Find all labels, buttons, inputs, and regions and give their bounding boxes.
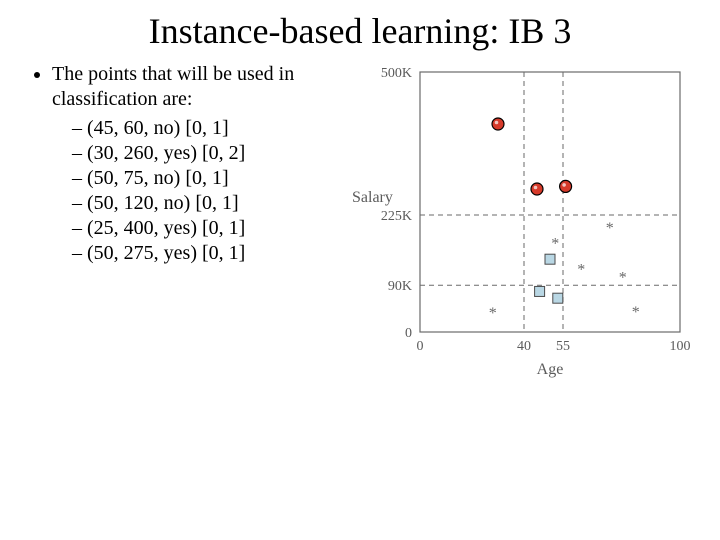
list-item: (30, 260, yes) [0, 2] xyxy=(72,141,330,166)
svg-text:*: * xyxy=(577,262,585,279)
list-item: (25, 400, yes) [0, 1] xyxy=(72,216,330,241)
svg-text:Salary: Salary xyxy=(352,189,393,206)
svg-text:55: 55 xyxy=(556,339,570,354)
svg-text:Age: Age xyxy=(537,361,564,378)
bullet-sublist: (45, 60, no) [0, 1] (30, 260, yes) [0, 2… xyxy=(52,116,330,266)
svg-text:0: 0 xyxy=(405,326,412,341)
svg-text:*: * xyxy=(619,269,627,286)
svg-text:225K: 225K xyxy=(381,209,412,224)
svg-text:40: 40 xyxy=(517,339,531,354)
list-item: (50, 275, yes) [0, 1] xyxy=(72,241,330,266)
list-item: (50, 120, no) [0, 1] xyxy=(72,191,330,216)
slide-title: Instance-based learning: IB 3 xyxy=(0,0,720,52)
svg-text:*: * xyxy=(489,305,497,322)
list-item: (50, 75, no) [0, 1] xyxy=(72,166,330,191)
svg-text:100: 100 xyxy=(670,339,691,354)
svg-text:*: * xyxy=(632,304,640,321)
svg-text:0: 0 xyxy=(417,339,424,354)
list-item: (45, 60, no) [0, 1] xyxy=(72,116,330,141)
svg-text:500K: 500K xyxy=(381,66,412,81)
svg-text:*: * xyxy=(551,236,559,253)
bullet-lead: The points that will be used in classifi… xyxy=(52,63,294,110)
svg-text:90K: 90K xyxy=(388,279,412,294)
scatter-chart: 0 40 55 100 0 90K 225K 500K Age Salary * * * * * * xyxy=(340,62,700,387)
svg-text:*: * xyxy=(606,220,614,237)
bullet-block: The points that will be used in classifi… xyxy=(30,62,330,266)
